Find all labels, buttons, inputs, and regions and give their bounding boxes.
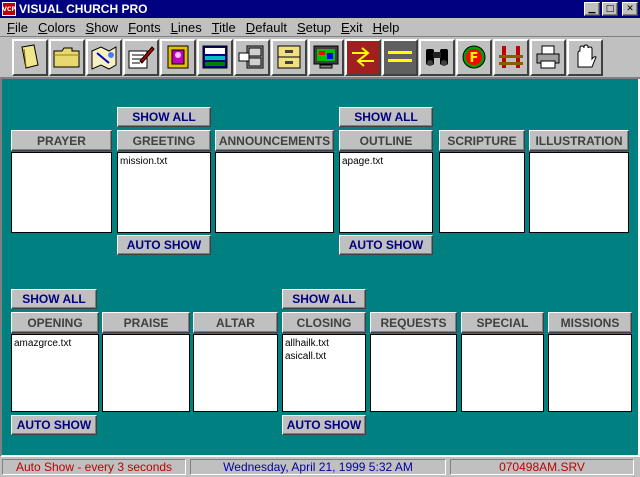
toolbar: F	[0, 37, 640, 79]
prayer-file-list[interactable]	[11, 152, 112, 233]
greeting-file-list[interactable]: mission.txt	[117, 152, 211, 233]
printer-icon[interactable]	[530, 38, 566, 76]
greeting-auto-show-button[interactable]: AUTO SHOW	[117, 235, 211, 255]
menu-fonts[interactable]: Fonts	[123, 20, 166, 35]
monitor-icon[interactable]	[308, 38, 344, 76]
closing-header-button[interactable]: CLOSING	[282, 312, 366, 333]
greeting-header-button[interactable]: GREETING	[117, 130, 211, 151]
outline-show-all-button[interactable]: SHOW ALL	[339, 107, 433, 127]
scripture-file-list[interactable]	[439, 152, 525, 233]
illustration-header-button[interactable]: ILLUSTRATION	[529, 130, 629, 151]
gate-icon[interactable]	[493, 38, 529, 76]
outline-auto-show-button[interactable]: AUTO SHOW	[339, 235, 433, 255]
window-title: VISUAL CHURCH PRO	[19, 2, 148, 16]
illustration-file-list[interactable]	[529, 152, 629, 233]
opening-header-button[interactable]: OPENING	[11, 312, 99, 333]
menu-setup[interactable]: Setup	[292, 20, 336, 35]
menu-colors[interactable]: Colors	[33, 20, 81, 35]
binoculars-icon[interactable]	[419, 38, 455, 76]
minimize-button[interactable]: ▁	[584, 2, 600, 16]
date-time-status: Wednesday, April 21, 1999 5:32 AM	[190, 459, 446, 475]
arrows-icon[interactable]	[345, 38, 381, 76]
menu-exit[interactable]: Exit	[336, 20, 368, 35]
list-item[interactable]: apage.txt	[342, 155, 430, 168]
missions-header-button[interactable]: MISSIONS	[548, 312, 632, 333]
menu-help[interactable]: Help	[368, 20, 405, 35]
greeting-show-all-button[interactable]: SHOW ALL	[117, 107, 211, 127]
opening-show-all-button[interactable]: SHOW ALL	[11, 289, 97, 309]
outline-header-button[interactable]: OUTLINE	[339, 130, 433, 151]
prayer-header-button[interactable]: PRAYER	[11, 130, 112, 151]
map-icon[interactable]	[86, 38, 122, 76]
font-icon[interactable]: F	[456, 38, 492, 76]
closing-show-all-button[interactable]: SHOW ALL	[282, 289, 366, 309]
closing-auto-show-button[interactable]: AUTO SHOW	[282, 415, 366, 435]
special-header-button[interactable]: SPECIAL	[461, 312, 544, 333]
list-item[interactable]: amazgrce.txt	[14, 337, 96, 350]
edit-pencil-icon[interactable]	[123, 38, 159, 76]
altar-header-button[interactable]: ALTAR	[193, 312, 278, 333]
menu-file[interactable]: File	[0, 20, 33, 35]
missions-file-list[interactable]	[548, 334, 632, 412]
app-logo-icon: VCP	[2, 2, 16, 16]
service-file-status: 070498AM.SRV	[450, 459, 634, 475]
praise-file-list[interactable]	[102, 334, 190, 412]
svg-text:F: F	[470, 51, 479, 66]
folder-icon[interactable]	[49, 38, 85, 76]
list-item[interactable]: mission.txt	[120, 155, 208, 168]
lines-icon[interactable]	[382, 38, 418, 76]
menu-lines[interactable]: Lines	[166, 20, 207, 35]
list-item[interactable]: allhailk.txt	[285, 337, 363, 350]
scripture-header-button[interactable]: SCRIPTURE	[439, 130, 525, 151]
announcements-header-button[interactable]: ANNOUNCEMENTS	[215, 130, 334, 151]
title-bar: VCP VISUAL CHURCH PRO ▁ □ ✕	[0, 0, 640, 18]
special-file-list[interactable]	[461, 334, 544, 412]
menu-show[interactable]: Show	[81, 20, 124, 35]
auto-show-status: Auto Show - every 3 seconds	[2, 459, 186, 475]
closing-file-list[interactable]: allhailk.txt asicall.txt	[282, 334, 366, 412]
open-file-icon[interactable]	[12, 38, 48, 76]
announcements-file-list[interactable]	[215, 152, 334, 233]
menu-default[interactable]: Default	[241, 20, 292, 35]
file-cabinet-icon[interactable]	[234, 38, 270, 76]
menu-bar: File Colors Show Fonts Lines Title Defau…	[0, 18, 640, 37]
opening-auto-show-button[interactable]: AUTO SHOW	[11, 415, 97, 435]
altar-file-list[interactable]	[193, 334, 278, 412]
stop-hand-icon[interactable]	[567, 38, 603, 76]
maximize-button[interactable]: □	[602, 2, 618, 16]
menu-title[interactable]: Title	[207, 20, 241, 35]
requests-header-button[interactable]: REQUESTS	[370, 312, 457, 333]
requests-file-list[interactable]	[370, 334, 457, 412]
drawer-icon[interactable]	[271, 38, 307, 76]
opening-file-list[interactable]: amazgrce.txt	[11, 334, 99, 412]
display-screen-icon[interactable]	[197, 38, 233, 76]
close-button[interactable]: ✕	[622, 2, 638, 16]
picture-frame-icon[interactable]	[160, 38, 196, 76]
praise-header-button[interactable]: PRAISE	[102, 312, 190, 333]
status-bar: Auto Show - every 3 seconds Wednesday, A…	[0, 457, 640, 477]
list-item[interactable]: asicall.txt	[285, 350, 363, 363]
outline-file-list[interactable]: apage.txt	[339, 152, 433, 233]
